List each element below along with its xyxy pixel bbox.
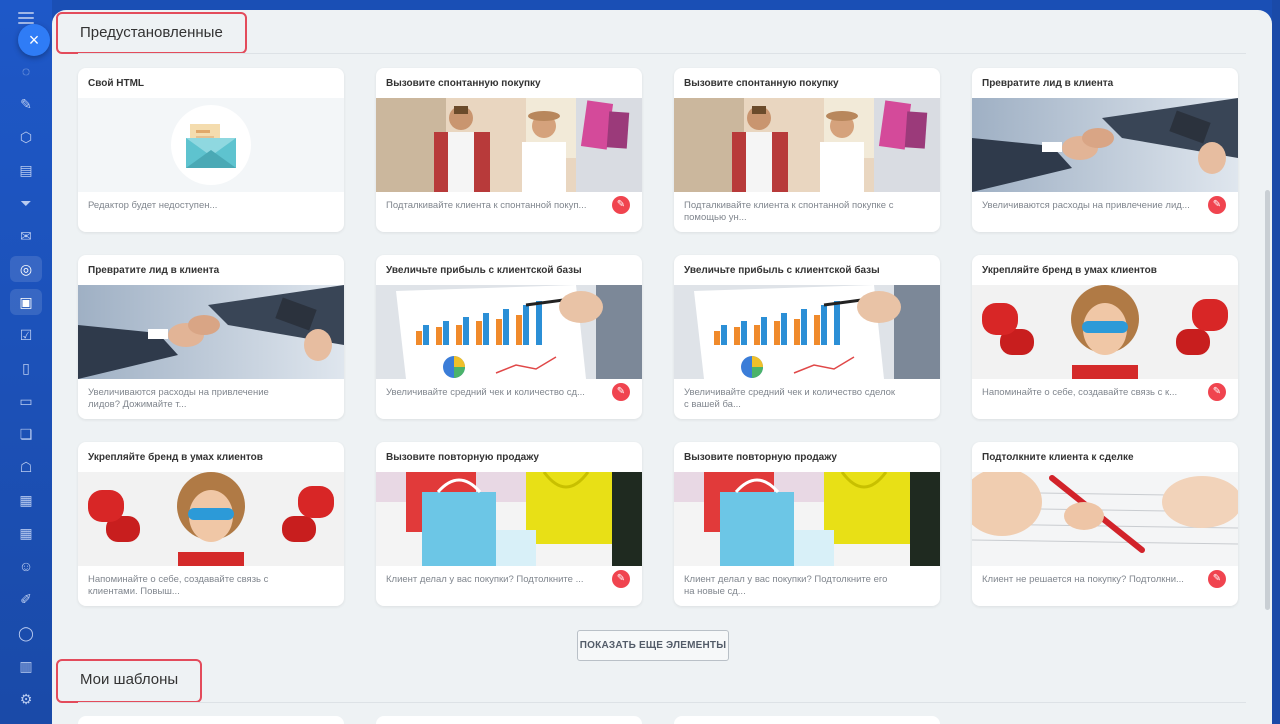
card-preview-image xyxy=(376,285,642,379)
filter-icon[interactable]: ⏷ xyxy=(17,194,35,212)
card-preview-image xyxy=(78,98,344,192)
show-more-button[interactable]: ПОКАЗАТЬ ЕЩЕ ЭЛЕМЕНТЫ xyxy=(577,630,729,661)
card-title: Вызовите повторную продажу xyxy=(684,452,837,463)
top-strip xyxy=(52,0,1280,10)
template-card[interactable]: Свой HTML Редактор будет недоступен... xyxy=(78,68,344,232)
document-icon[interactable]: ▤ xyxy=(17,161,35,179)
brush-icon[interactable]: ✎ xyxy=(612,570,630,588)
card-preview-image xyxy=(972,285,1238,379)
pen-icon[interactable]: ✐ xyxy=(17,590,35,608)
card-preview-image xyxy=(972,472,1238,566)
section-title-my-templates: Мои шаблоны xyxy=(56,659,203,703)
scrollbar[interactable] xyxy=(1265,190,1270,610)
id-card-icon[interactable]: ▥ xyxy=(17,657,35,675)
menu-icon[interactable] xyxy=(18,12,34,24)
calendar-icon[interactable]: ▦ xyxy=(17,491,35,509)
template-card[interactable]: Вызовите спонтанную покупку Подталкивайт… xyxy=(376,68,642,232)
section-title-preinstalled: Предустановленные xyxy=(56,12,247,54)
card-description: Клиент делал у вас покупки? Подтолкните … xyxy=(386,574,584,585)
card-icon[interactable]: ▭ xyxy=(17,392,35,410)
card-preview-image xyxy=(376,472,642,566)
card-description: Напоминайте о себе, создавайте связь с к… xyxy=(88,574,269,597)
template-card[interactable]: Укрепляйте бренд в умах клиентов Напомин… xyxy=(78,442,344,606)
card-description: Подталкивайте клиента к спонтанной покуп… xyxy=(386,200,587,211)
settings-icon[interactable]: ⚙ xyxy=(17,690,35,708)
card-title: Подтолкните клиента к сделке xyxy=(982,452,1134,463)
circle-icon[interactable]: ◯ xyxy=(17,624,35,642)
edit-icon[interactable]: ✎ xyxy=(17,95,35,113)
card-preview-image xyxy=(674,472,940,566)
brush-icon[interactable]: ✎ xyxy=(1208,383,1226,401)
card-preview-image xyxy=(376,98,642,192)
card-description: Клиент делал у вас покупки? Подтолкните … xyxy=(684,574,888,597)
template-card[interactable]: Вызовите повторную продажу Клиент делал … xyxy=(376,442,642,606)
brush-icon[interactable]: ✎ xyxy=(1208,196,1226,214)
card-preview-image xyxy=(78,285,344,379)
template-panel: Предустановленные Свой HTML Редактор буд… xyxy=(52,10,1272,724)
card-title: Вызовите спонтанную покупку xyxy=(684,78,839,89)
template-card[interactable] xyxy=(376,716,642,724)
marketing-icon[interactable]: ▣ xyxy=(10,289,42,315)
card-title: Увеличьте прибыль с клиентской базы xyxy=(684,265,880,276)
card-description: Увеличивайте средний чек и количество сд… xyxy=(684,387,896,410)
page-icon[interactable]: ▯ xyxy=(17,359,35,377)
shield-icon[interactable]: ⬡ xyxy=(17,128,35,146)
template-card[interactable]: Укрепляйте бренд в умах клиентов Напомин… xyxy=(972,255,1238,419)
card-description: Клиент не решается на покупку? Подтолкни… xyxy=(982,574,1184,585)
chat-bubbles-icon[interactable]: ❏ xyxy=(17,425,35,443)
card-preview-image xyxy=(78,472,344,566)
brush-icon[interactable]: ✎ xyxy=(1208,570,1226,588)
card-title: Свой HTML xyxy=(88,78,145,89)
template-card[interactable] xyxy=(78,716,344,724)
contacts-icon[interactable]: ☺ xyxy=(17,557,35,575)
card-preview-image xyxy=(674,98,940,192)
card-title: Увеличьте прибыль с клиентской базы xyxy=(386,265,582,276)
card-title: Укрепляйте бренд в умах клиентов xyxy=(88,452,263,463)
template-card[interactable]: Увеличьте прибыль с клиентской базы Увел… xyxy=(674,255,940,419)
template-card[interactable] xyxy=(674,716,940,724)
brush-icon[interactable]: ✎ xyxy=(612,383,630,401)
template-card[interactable]: Превратите лид в клиента Увеличиваются р… xyxy=(78,255,344,419)
card-title: Укрепляйте бренд в умах клиентов xyxy=(982,265,1157,276)
template-card[interactable]: Подтолкните клиента к сделке Клиент не р… xyxy=(972,442,1238,606)
divider xyxy=(78,702,1246,703)
card-description: Увеличиваются расходы на привлечение лид… xyxy=(982,200,1190,211)
divider xyxy=(78,53,1246,54)
left-app-bar: ◌ ✎ ⬡ ▤ ⏷ ✉ ◎ ▣ ☑ ▯ ▭ ❏ ☖ ▦ ▦ ☺ ✐ ◯ ▥ ⚙ xyxy=(0,0,52,724)
close-slider-button[interactable]: × xyxy=(18,24,50,56)
robot-icon[interactable]: ☖ xyxy=(17,458,35,476)
card-description: Увеличивайте средний чек и количество сд… xyxy=(386,387,585,398)
calendar-2-icon[interactable]: ▦ xyxy=(17,524,35,542)
card-title: Вызовите повторную продажу xyxy=(386,452,539,463)
card-preview-image xyxy=(674,285,940,379)
target-icon[interactable]: ◎ xyxy=(10,256,42,282)
card-title: Вызовите спонтанную покупку xyxy=(386,78,541,89)
card-description: Напоминайте о себе, создавайте связь с к… xyxy=(982,387,1178,398)
brush-icon[interactable]: ✎ xyxy=(612,196,630,214)
template-card[interactable]: Увеличьте прибыль с клиентской базы Увел… xyxy=(376,255,642,419)
card-description: Увеличиваются расходы на привлечение лид… xyxy=(88,387,269,410)
card-preview-image xyxy=(972,98,1238,192)
template-card[interactable]: Превратите лид в клиента Увеличиваются р… xyxy=(972,68,1238,232)
mail-icon[interactable]: ✉ xyxy=(17,227,35,245)
card-description: Редактор будет недоступен... xyxy=(88,200,218,211)
card-title: Превратите лид в клиента xyxy=(982,78,1114,89)
template-card[interactable]: Вызовите спонтанную покупку Подталкивайт… xyxy=(674,68,940,232)
template-card[interactable]: Вызовите повторную продажу Клиент делал … xyxy=(674,442,940,606)
checkbox-icon[interactable]: ☑ xyxy=(17,326,35,344)
card-title: Превратите лид в клиента xyxy=(88,265,220,276)
card-description: Подталкивайте клиента к спонтанной покуп… xyxy=(684,200,894,223)
right-strip xyxy=(1272,0,1280,724)
chat-icon[interactable]: ◌ xyxy=(17,62,35,80)
